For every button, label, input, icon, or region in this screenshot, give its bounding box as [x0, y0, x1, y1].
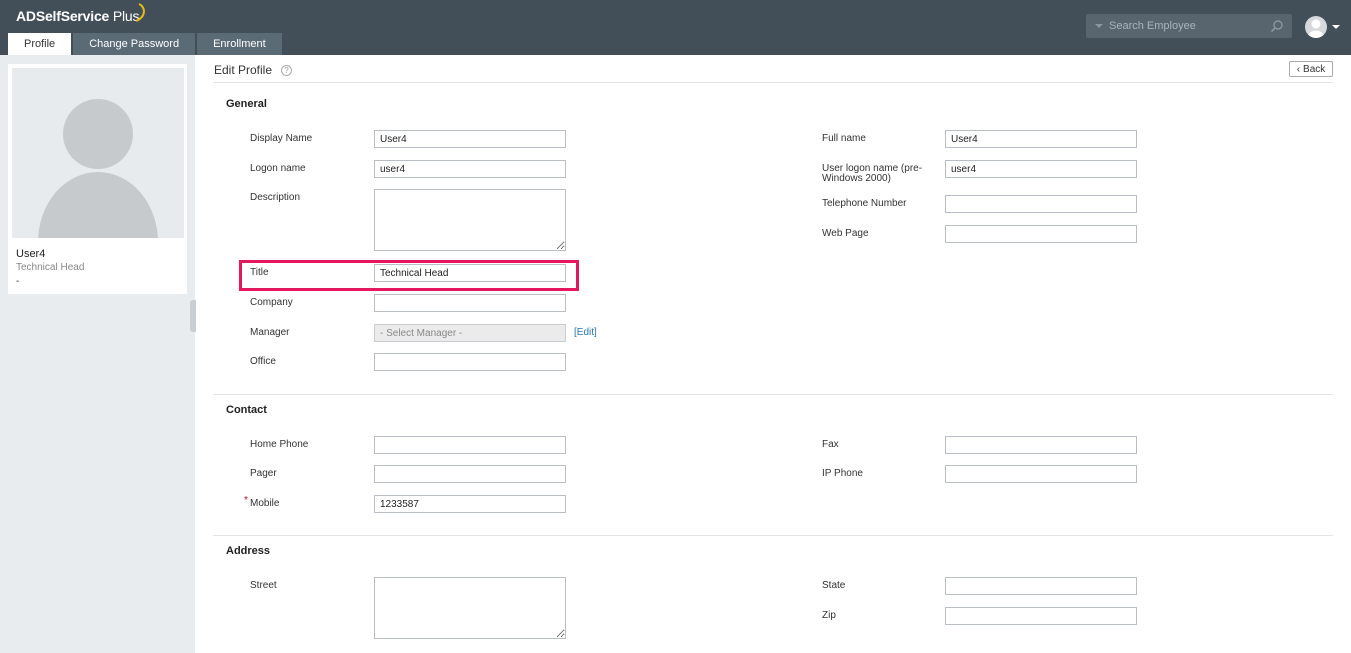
- section-contact-title: Contact: [226, 404, 267, 416]
- web-page-label: Web Page: [822, 228, 869, 239]
- sidebar-collapse-handle[interactable]: [190, 300, 196, 332]
- app-title: ADSelfService: [16, 8, 110, 24]
- telephone-field[interactable]: [945, 195, 1137, 213]
- company-field[interactable]: [374, 294, 566, 312]
- pre2000-logon-label-line2: Windows 2000): [822, 173, 891, 184]
- ip-phone-label: IP Phone: [822, 468, 863, 479]
- fax-label: Fax: [822, 439, 839, 450]
- back-label: Back: [1303, 63, 1326, 75]
- edit-profile-panel: Edit Profile ? ‹ Back General Display Na…: [205, 55, 1351, 653]
- description-label: Description: [250, 192, 301, 203]
- section-address-title: Address: [226, 545, 271, 557]
- street-label: Street: [250, 580, 277, 591]
- page-title: Edit Profile: [214, 63, 273, 77]
- display-name-label: Display Name: [250, 133, 313, 144]
- top-bar: ADSelfService Plus Profile Change Passwo…: [0, 0, 1351, 55]
- pager-label: Pager: [250, 468, 277, 479]
- divider: [213, 394, 1333, 395]
- logon-name-field[interactable]: [374, 160, 566, 178]
- tab-change-password[interactable]: Change Password: [73, 33, 196, 55]
- mobile-label: * Mobile: [244, 495, 280, 509]
- telephone-label: Telephone Number: [822, 198, 907, 209]
- logo-arc-icon: [135, 3, 145, 22]
- pager-field[interactable]: [374, 465, 566, 483]
- search-box: [1086, 14, 1292, 38]
- app-logo[interactable]: ADSelfService Plus: [16, 8, 139, 24]
- description-field[interactable]: [374, 189, 566, 251]
- title-label: Title: [250, 267, 269, 278]
- profile-extra: -: [16, 276, 20, 287]
- office-field[interactable]: [374, 353, 566, 371]
- pre2000-logon-field[interactable]: [945, 160, 1137, 178]
- divider: [213, 535, 1333, 536]
- user-menu-chevron-down-icon[interactable]: [1332, 25, 1340, 29]
- display-name-field[interactable]: [374, 130, 566, 148]
- state-field[interactable]: [945, 577, 1137, 595]
- web-page-field[interactable]: [945, 225, 1137, 243]
- office-label: Office: [250, 356, 276, 367]
- tab-profile[interactable]: Profile: [8, 33, 72, 55]
- search-icon[interactable]: [1270, 19, 1284, 33]
- manager-edit-link[interactable]: [Edit]: [574, 327, 597, 338]
- zip-label: Zip: [822, 610, 836, 621]
- home-phone-label: Home Phone: [250, 439, 309, 450]
- tab-enrollment[interactable]: Enrollment: [197, 33, 282, 55]
- help-icon[interactable]: ?: [281, 65, 292, 76]
- full-name-label: Full name: [822, 133, 866, 144]
- search-filter-dropdown-icon[interactable]: [1095, 24, 1103, 28]
- logon-name-label: Logon name: [250, 163, 306, 174]
- home-phone-field[interactable]: [374, 436, 566, 454]
- chevron-left-icon: ‹: [1296, 63, 1301, 75]
- state-label: State: [822, 580, 846, 591]
- ip-phone-field[interactable]: [945, 465, 1137, 483]
- street-field[interactable]: [374, 577, 566, 639]
- profile-card: User4 Technical Head -: [8, 64, 187, 294]
- full-name-field[interactable]: [945, 130, 1137, 148]
- divider: [213, 82, 1333, 83]
- profile-photo[interactable]: [12, 68, 184, 238]
- fax-field[interactable]: [945, 436, 1137, 454]
- required-asterisk: *: [244, 495, 248, 506]
- mobile-field[interactable]: [374, 495, 566, 513]
- company-label: Company: [250, 297, 293, 308]
- profile-name: User4: [16, 248, 46, 260]
- profile-job-title: Technical Head: [16, 262, 85, 273]
- user-avatar-icon[interactable]: [1305, 16, 1327, 38]
- back-button[interactable]: ‹ Back: [1289, 61, 1333, 77]
- main-tabs: Profile Change Password Enrollment: [8, 33, 284, 55]
- search-employee-input[interactable]: [1109, 16, 1269, 36]
- manager-select: [374, 324, 566, 342]
- profile-sidebar: User4 Technical Head -: [0, 55, 195, 653]
- title-field[interactable]: [374, 264, 566, 282]
- manager-label: Manager: [250, 327, 290, 338]
- section-general-title: General: [226, 98, 267, 110]
- zip-field[interactable]: [945, 607, 1137, 625]
